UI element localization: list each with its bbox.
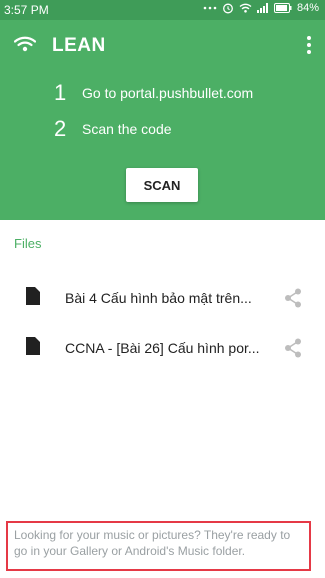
status-time: 3:57 PM bbox=[4, 3, 49, 17]
files-section-label: Files bbox=[14, 236, 42, 251]
file-name: CCNA - [Bài 26] Cấu hình por... bbox=[65, 340, 260, 356]
step-text: Go to portal.pushbullet.com bbox=[82, 85, 254, 101]
cell-signal-icon bbox=[256, 3, 268, 13]
file-list-item[interactable]: CCNA - [Bài 26] Cấu hình por... bbox=[0, 328, 325, 368]
step-text: Scan the code bbox=[82, 121, 172, 137]
battery-icon bbox=[273, 3, 292, 13]
pairing-header: LEAN 1 Go to portal.pushbullet.com 2 Sca… bbox=[0, 20, 325, 220]
share-icon[interactable] bbox=[284, 338, 302, 358]
scan-button[interactable]: SCAN bbox=[126, 168, 198, 202]
status-bar: 3:57 PM 84% bbox=[0, 0, 325, 20]
battery-percent: 84% bbox=[296, 2, 319, 14]
more-options-icon[interactable] bbox=[307, 36, 311, 57]
file-name: Bài 4 Cấu hình bảo mật trên... bbox=[65, 290, 252, 306]
media-location-note: Looking for your music or pictures? They… bbox=[6, 521, 311, 571]
share-icon[interactable] bbox=[284, 288, 302, 308]
step-number: 1 bbox=[54, 80, 67, 105]
file-list-item[interactable]: Bài 4 Cấu hình bảo mật trên... bbox=[0, 278, 325, 318]
step-number: 2 bbox=[54, 116, 67, 141]
alarm-icon bbox=[223, 3, 233, 14]
step-2: 2 Scan the code bbox=[54, 116, 172, 142]
signal-dots-icon bbox=[203, 6, 217, 10]
file-icon bbox=[26, 337, 40, 355]
wifi-icon bbox=[14, 36, 36, 52]
wifi-status-icon bbox=[239, 3, 252, 13]
status-icons: 84% bbox=[203, 2, 319, 14]
step-1: 1 Go to portal.pushbullet.com bbox=[54, 80, 253, 106]
file-icon bbox=[26, 287, 40, 305]
app-title: LEAN bbox=[52, 35, 106, 56]
